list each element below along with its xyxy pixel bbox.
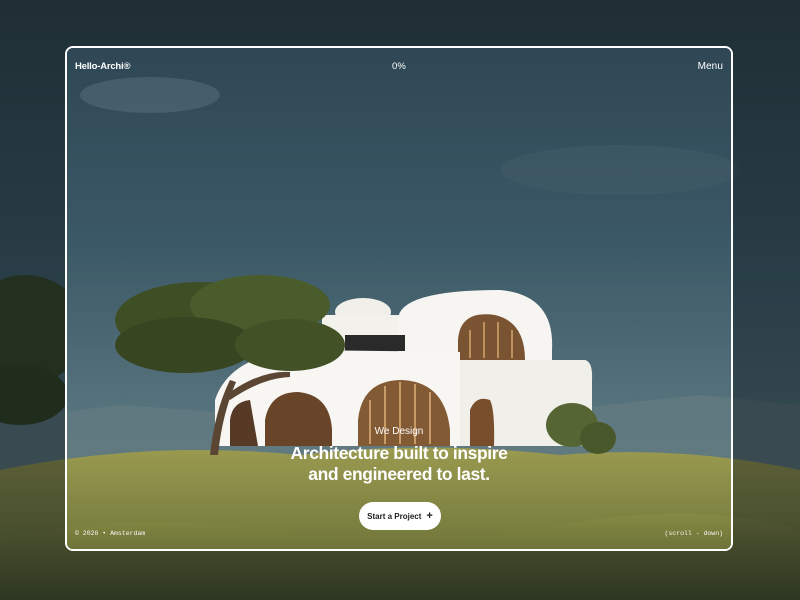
hero-headline-line-2: and engineered to last. [308, 464, 490, 484]
hero-headline-line-1: Architecture built to inspire [290, 443, 508, 463]
start-project-button[interactable]: Start a Project + [359, 502, 441, 530]
hero-text: We Design Architecture built to inspire … [67, 426, 731, 485]
plus-icon: + [426, 509, 433, 522]
top-navigation: Hello-Archi® 0% Menu [67, 58, 731, 74]
hero-eyebrow: We Design [374, 426, 424, 437]
menu-button[interactable]: Menu [698, 61, 723, 72]
brand-logo[interactable]: Hello-Archi® [75, 61, 130, 72]
hero-headline: Architecture built to inspire and engine… [67, 443, 731, 485]
hero-frame: Hello-Archi® 0% Menu We Design Architect… [65, 46, 733, 551]
start-project-label: Start a Project [367, 511, 422, 521]
scroll-progress: 0% [392, 60, 406, 72]
footer-copyright: © 2026 • Amsterdam [75, 530, 146, 537]
page: Hello-Archi® 0% Menu We Design Architect… [0, 0, 800, 600]
scroll-down-hint: (scroll - down) [664, 530, 723, 537]
